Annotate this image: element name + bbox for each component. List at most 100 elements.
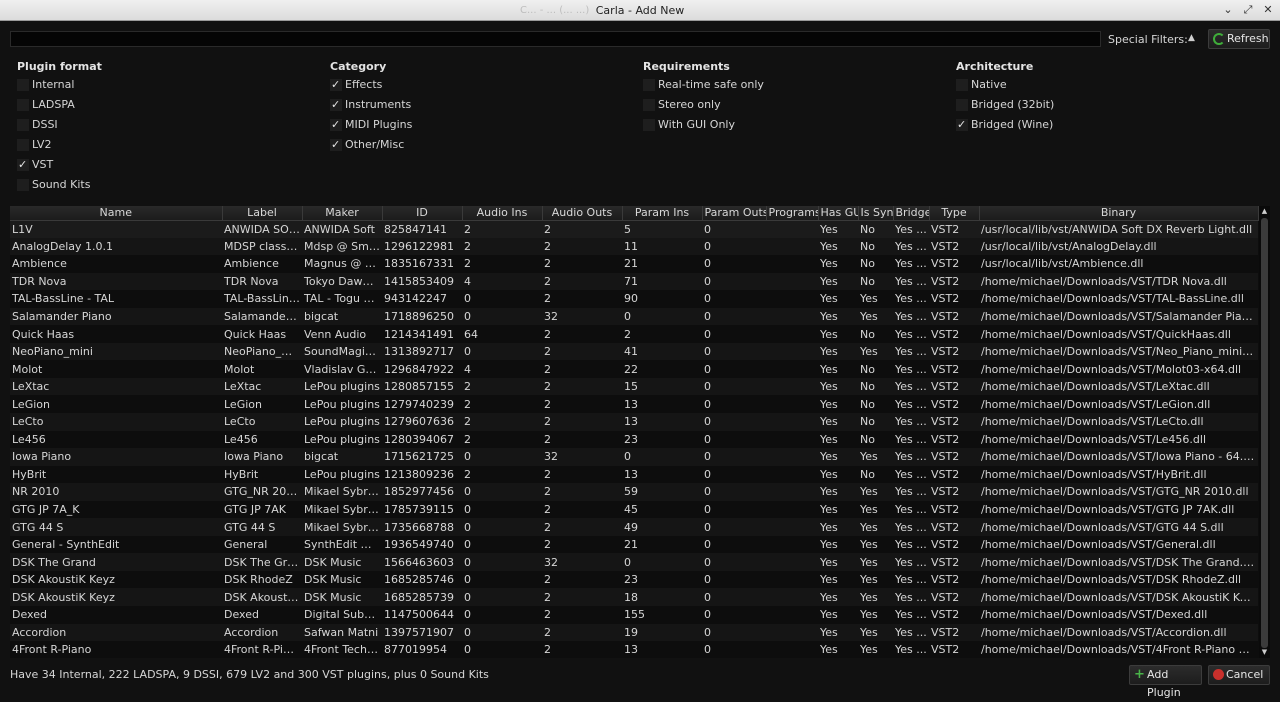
checkbox[interactable] [17,119,29,131]
column-header[interactable]: Programs [766,206,819,221]
column-header[interactable]: Audio Ins [462,206,543,221]
checkbox[interactable] [330,115,342,135]
column-header[interactable]: ID [382,206,463,221]
table-cell: VST2 [931,467,960,481]
table-cell: 877019954 [384,643,447,657]
table-row[interactable]: Le456 Le456 LePou plugins 1280394067 2 2 23 0 Ye… [10,431,1258,449]
column-header[interactable]: Bridged [893,206,930,221]
filter-option-plugin-format-5[interactable]: Sound Kits [17,175,102,195]
table-row[interactable]: HyBrit HyBrit LePou plugins 1213809236 2 2 13 0… [10,466,1258,484]
table-row[interactable]: LeGion LeGion LePou plugins 1279740239 2 2 13 0… [10,395,1258,413]
table-cell: DSK The Grand [222,553,302,571]
checkbox[interactable] [17,139,29,151]
close-icon[interactable]: ✕ [1260,2,1276,18]
column-header[interactable]: Param Ins [622,206,703,221]
table-row[interactable]: Accordion Accordion Safwan Matni 1397571907… [10,623,1258,642]
column-header[interactable]: Label [222,206,303,221]
table-row[interactable]: TAL-BassLine - TAL TAL-BassLine... TAL - T… [10,290,1258,308]
filter-option-plugin-format-3[interactable]: LV2 [17,135,102,155]
search-row: Special Filters: ▲ Refresh [0,28,1280,50]
filter-option-requirements-2[interactable]: With GUI Only [643,115,764,135]
maximize-icon[interactable]: ⤢ [1240,2,1256,18]
table-row[interactable]: LeCto LeCto LePou plugins 1279607636 2 2 13 0 Ye… [10,413,1258,431]
filter-option-category-0[interactable]: Effects [330,75,412,95]
filter-option-category-1[interactable]: Instruments [330,95,412,115]
table-row[interactable]: 4Front R-Piano 4Front R-Piano 4Front Techn… [10,641,1258,658]
table-row[interactable]: GTG 44 S GTG 44 S Mikael Sybra... 173566878… [10,518,1258,536]
checkbox[interactable] [643,99,655,111]
table-row[interactable]: DSK The Grand DSK The Grand DSK Music 15664… [10,553,1258,571]
table-cell: Yes ... [893,377,929,396]
table-row[interactable]: NR 2010 GTG_NR 2010 Mikael Sybra... 1852977… [10,483,1258,501]
checkbox[interactable] [17,155,29,175]
table-row[interactable]: Ambience Ambience Magnus @ S... 1835167331 2… [10,255,1258,273]
column-header[interactable]: Param Outs [702,206,767,221]
table-cell: DSK The Grand [10,553,222,571]
column-header[interactable]: Type [929,206,980,221]
filter-option-category-3[interactable]: Other/Misc [330,135,412,155]
table-cell [766,290,818,308]
checkbox[interactable] [956,99,968,111]
scroll-up-icon[interactable]: ▲ [1260,207,1269,216]
filter-option-category-2[interactable]: MIDI Plugins [330,115,412,135]
table-row[interactable]: DSK AkoustiK Keyz DSK RhodeZ DSK Music 1685… [10,571,1258,589]
cancel-button[interactable]: Cancel [1208,665,1270,685]
table-row[interactable]: TDR Nova TDR Nova Tokyo Dawn ... 1415853409… [10,272,1258,291]
table-row[interactable]: LeXtac LeXtac LePou plugins 1280857155 2 2 15 0… [10,377,1258,396]
table-cell: /home/michael/Downloads/VST/TDR Nova.dll [979,272,1258,291]
filter-option-plugin-format-0[interactable]: Internal [17,75,102,95]
filter-option-architecture-0[interactable]: Native [956,75,1054,95]
checkbox[interactable] [643,119,655,131]
scroll-down-icon[interactable]: ▼ [1260,648,1269,657]
table-cell: Yes [820,257,838,271]
checkbox[interactable] [17,179,29,191]
checkbox[interactable] [330,135,342,155]
checkbox[interactable] [643,79,655,91]
minimize-icon[interactable]: ⌄ [1220,2,1236,18]
table-row[interactable]: Salamander Piano Salamander ... bigcat 1718… [10,307,1258,326]
filter-option-requirements-0[interactable]: Real-time safe only [643,75,764,95]
filter-option-requirements-1[interactable]: Stereo only [643,95,764,115]
table-cell: Le456 [224,432,258,446]
table-row[interactable]: NeoPiano_mini NeoPiano_mini SoundMagic (..… [10,342,1258,361]
column-header[interactable]: Binary [979,206,1259,221]
table-cell: 1279607636 [382,413,462,431]
table-cell: 2 [542,220,622,238]
checkbox[interactable] [330,95,342,115]
table-row[interactable]: Iowa Piano Iowa Piano bigcat 1715621725 0 32 0… [10,448,1258,466]
table-row[interactable]: GTG JP 7A_K GTG JP 7AK Mikael Sybra... 1785… [10,501,1258,519]
refresh-button[interactable]: Refresh [1208,29,1270,49]
column-header[interactable]: Has GUI [818,206,859,221]
search-input[interactable] [10,31,1101,47]
cancel-label: Cancel [1226,668,1264,681]
status-text: Have 34 Internal, 222 LADSPA, 9 DSSI, 67… [10,668,489,681]
column-header[interactable]: Audio Outs [542,206,623,221]
add-plugin-button[interactable]: + Add Plugin [1129,665,1202,699]
vertical-scrollbar[interactable]: ▲ ▼ [1259,206,1270,658]
checkbox[interactable] [17,99,29,111]
column-header[interactable]: Maker [302,206,383,221]
checkbox[interactable] [17,79,29,91]
checkbox[interactable] [956,79,968,91]
column-header[interactable]: Name [10,206,223,221]
filter-option-plugin-format-1[interactable]: LADSPA [17,95,102,115]
filter-option-plugin-format-2[interactable]: DSSI [17,115,102,135]
table-cell: Yes ... [893,553,929,571]
table-row[interactable]: AnalogDelay 1.0.1 MDSP classic ... Mdsp @ … [10,237,1258,256]
table-row[interactable]: General - SynthEdit General SynthEdit ww..… [10,536,1258,554]
table-row[interactable]: DSK AkoustiK Keyz DSK AkoustiK... DSK Musi… [10,588,1258,607]
table-row[interactable]: Quick Haas Quick Haas Venn Audio 1214341491… [10,325,1258,343]
filter-option-plugin-format-4[interactable]: VST [17,155,102,175]
checkbox[interactable] [956,115,968,135]
table-row[interactable]: Dexed Dexed Digital Subur... 1147500644 0 2 15… [10,606,1258,624]
filter-option-architecture-2[interactable]: Bridged (Wine) [956,115,1054,135]
table-row[interactable]: L1V ANWIDA SOF... ANWIDA Soft 825847141 2 2 5 0… [10,220,1258,238]
column-header[interactable]: Is Synth [858,206,894,221]
filter-option-architecture-1[interactable]: Bridged (32bit) [956,95,1054,115]
special-filters-arrow-icon[interactable]: ▲ [1188,33,1195,43]
table-row[interactable]: Molot Molot Vladislav Gon... 1296847922 4 2 22… [10,360,1258,378]
table-cell: 32 [542,307,622,326]
table-cell: 13 [624,643,638,657]
checkbox[interactable] [330,75,342,95]
scrollbar-thumb[interactable] [1261,218,1268,648]
